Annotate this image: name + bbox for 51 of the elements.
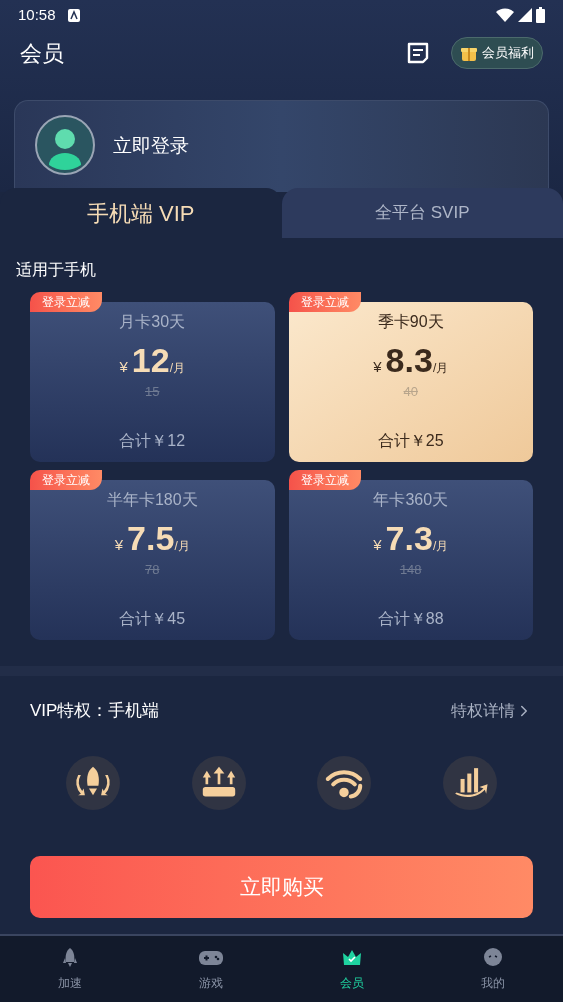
currency-symbol: ¥ — [119, 357, 128, 377]
currency-symbol: ¥ — [373, 535, 382, 555]
discount-badge: 登录立减 — [288, 470, 361, 490]
plan-price: 7.3 — [385, 518, 433, 558]
plan-total: 合计￥12 — [119, 431, 186, 451]
plan-name: 半年卡180天 — [106, 490, 198, 510]
member-benefits-button[interactable]: 会员福利 — [451, 37, 543, 69]
price-unit: /月 — [174, 539, 190, 555]
original-price: 78 — [145, 561, 160, 579]
nav-tab[interactable]: 我的 — [422, 936, 563, 1002]
rocket-icon — [65, 755, 120, 810]
notes-icon[interactable] — [405, 40, 431, 66]
plan-total: 合计￥25 — [377, 431, 444, 451]
upload-arrows-icon — [191, 755, 246, 810]
notification-icon — [67, 8, 80, 22]
plan-name: 季卡90天 — [377, 312, 444, 332]
original-price: 148 — [399, 561, 422, 579]
wifi-icon — [317, 755, 372, 810]
original-price: 15 — [145, 383, 160, 401]
original-price: 40 — [403, 383, 418, 401]
currency-symbol: ¥ — [373, 357, 382, 377]
login-card[interactable]: 立即登录 — [14, 100, 549, 192]
signal-icon — [518, 8, 532, 22]
price-unit: /月 — [432, 361, 449, 377]
plan-name: 月卡30天 — [119, 312, 186, 332]
plan-name: 年卡360天 — [373, 490, 449, 510]
plan-price: 12 — [131, 340, 170, 380]
privilege-details-link[interactable]: 特权详情 — [451, 698, 533, 723]
avatar-icon — [35, 115, 95, 175]
discount-badge: 登录立减 — [288, 292, 361, 312]
plan-total: 合计￥88 — [377, 609, 444, 629]
plans-heading: 适用于手机 — [16, 260, 97, 280]
plan-total: 合计￥45 — [119, 609, 186, 629]
page-title: 会员 — [20, 39, 64, 68]
login-label: 立即登录 — [113, 134, 189, 158]
nav-tab[interactable]: 会员 — [281, 936, 423, 1002]
discount-badge: 登录立减 — [30, 470, 102, 490]
currency-symbol: ¥ — [114, 535, 124, 555]
price-unit: /月 — [169, 361, 185, 377]
privileges-title: VIP特权：手机端 — [30, 700, 160, 722]
nav-tab[interactable]: 加速 — [0, 936, 141, 1002]
bar-chart-icon — [443, 755, 498, 810]
battery-icon — [536, 7, 545, 23]
plan-price: 8.3 — [385, 340, 433, 380]
nav-tab[interactable]: 游戏 — [140, 936, 282, 1002]
discount-badge: 登录立减 — [30, 292, 102, 312]
status-time: 10:58 — [18, 4, 56, 25]
wifi-status-icon — [496, 8, 514, 22]
plan-price: 7.5 — [127, 518, 175, 558]
price-unit: /月 — [432, 539, 449, 555]
plan-tab[interactable]: 全平台 SVIP — [281, 188, 563, 238]
